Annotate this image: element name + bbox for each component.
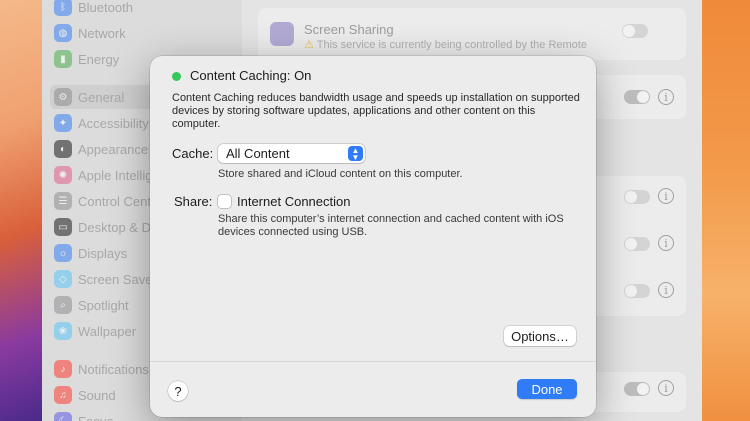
done-button[interactable]: Done: [517, 379, 577, 399]
help-button[interactable]: ?: [168, 381, 188, 401]
battery-icon: ▮: [54, 50, 72, 68]
sidebar-item[interactable]: ◇ Screen Save: [54, 268, 152, 290]
sidebar-item-label: Control Cent: [78, 193, 151, 209]
sidebar-item[interactable]: ✦ Accessibility: [54, 112, 149, 134]
internet-connection-checkbox[interactable]: [218, 195, 231, 208]
screen-sharing-icon: [270, 22, 294, 46]
cache-label: Cache:: [172, 146, 214, 161]
service-info-icon-4[interactable]: i: [658, 380, 674, 396]
content-caching-toggle[interactable]: [624, 90, 650, 104]
service-info-icon-3[interactable]: i: [658, 282, 674, 298]
service-toggle-3[interactable]: [624, 284, 650, 298]
service-info-icon-2[interactable]: i: [658, 235, 674, 251]
sidebar-item[interactable]: ✺ Apple Intellig: [54, 164, 152, 186]
wallpaper-icon: ❀: [54, 322, 72, 340]
sidebar-item[interactable]: ⚙ General: [54, 86, 124, 108]
content-caching-dialog: Content Caching: On Content Caching redu…: [150, 56, 596, 417]
sidebar-item[interactable]: ⌕ Spotlight: [54, 294, 129, 316]
desktop-wallpaper-right: [702, 0, 750, 421]
screen-sharing-subtitle: ⚠ This service is currently being contro…: [304, 38, 587, 51]
sidebar-item[interactable]: ☼ Displays: [54, 242, 127, 264]
sidebar-item-label: Energy: [78, 51, 120, 67]
sidebar-item-label: Bluetooth: [78, 0, 133, 15]
control-center-icon: ☰: [54, 192, 72, 210]
desktop-wallpaper-left: [0, 0, 42, 421]
service-toggle-2[interactable]: [624, 237, 650, 251]
sidebar-item-label: Apple Intellig: [78, 167, 153, 183]
sidebar-item-label: Wallpaper: [78, 323, 137, 339]
sidebar-item-label: Screen Save: [78, 271, 153, 287]
dialog-divider: [150, 361, 596, 362]
chevron-up-down-icon: ▲ ▼: [348, 146, 363, 161]
sidebar-item-label: Spotlight: [78, 297, 129, 313]
sidebar-item-label: Sound: [78, 387, 116, 403]
sidebar-item[interactable]: ▭ Desktop & D: [54, 216, 151, 238]
sidebar-item[interactable]: ☾ Focus: [54, 410, 113, 421]
bell-icon: ♪: [54, 360, 72, 378]
sidebar-item[interactable]: ▮ Energy: [54, 48, 119, 70]
service-toggle-4[interactable]: [624, 382, 650, 396]
service-info-icon-1[interactable]: i: [658, 188, 674, 204]
appearance-icon: ◐: [54, 140, 72, 158]
sidebar-item[interactable]: ◍ Network: [54, 22, 126, 44]
share-label: Share:: [174, 194, 213, 209]
sidebar-item-label: General: [78, 89, 125, 105]
service-toggle-1[interactable]: [624, 190, 650, 204]
status-indicator: [172, 72, 181, 81]
display-icon: ☼: [54, 244, 72, 262]
content-caching-info-icon[interactable]: i: [658, 89, 674, 105]
sidebar-item-label: Focus: [78, 413, 114, 421]
cache-popup-value: All Content: [226, 146, 290, 161]
warning-icon: ⚠: [304, 39, 314, 51]
screen-sharing-subtitle-text: This service is currently being controll…: [316, 39, 587, 51]
sidebar-item-label: Notifications: [78, 361, 149, 377]
sidebar-item[interactable]: ᛒ Bluetooth: [54, 0, 133, 18]
apple-intelligence-icon: ✺: [54, 166, 72, 184]
share-hint: Share this computer’s internet connectio…: [218, 213, 564, 238]
spotlight-icon: ⌕: [54, 296, 72, 314]
sidebar-item-label: Network: [78, 25, 126, 41]
bluetooth-icon: ᛒ: [54, 0, 72, 16]
sidebar-item-label: Appearance: [78, 141, 149, 157]
screen-sharing-title: Screen Sharing: [304, 22, 394, 37]
sidebar-item[interactable]: ❀ Wallpaper: [54, 320, 136, 342]
screen-saver-icon: ◇: [54, 270, 72, 288]
gear-icon: ⚙: [54, 88, 72, 106]
speaker-icon: ♫: [54, 386, 72, 404]
sidebar-item-label: Desktop & D: [78, 219, 151, 235]
sidebar-item[interactable]: ♪ Notifications: [54, 358, 149, 380]
options-button[interactable]: Options…: [504, 326, 576, 346]
sidebar-item[interactable]: ◐ Appearance: [54, 138, 148, 160]
sidebar-item-label: Accessibility: [78, 115, 149, 131]
cache-hint: Store shared and iCloud content on this …: [218, 168, 463, 180]
sidebar-item[interactable]: ♫ Sound: [54, 384, 116, 406]
globe-icon: ◍: [54, 24, 72, 42]
sidebar-item[interactable]: ☰ Control Cent: [54, 190, 151, 212]
dialog-description: Content Caching reduces bandwidth usage …: [172, 92, 580, 130]
moon-icon: ☾: [54, 412, 72, 421]
internet-connection-label[interactable]: Internet Connection: [237, 194, 350, 209]
desktop-icon: ▭: [54, 218, 72, 236]
screen-sharing-toggle[interactable]: [622, 24, 648, 38]
accessibility-icon: ✦: [54, 114, 72, 132]
cache-popup-button[interactable]: All Content ▲ ▼: [218, 144, 365, 163]
sidebar-item-label: Displays: [78, 245, 128, 261]
dialog-title: Content Caching: On: [190, 68, 312, 83]
